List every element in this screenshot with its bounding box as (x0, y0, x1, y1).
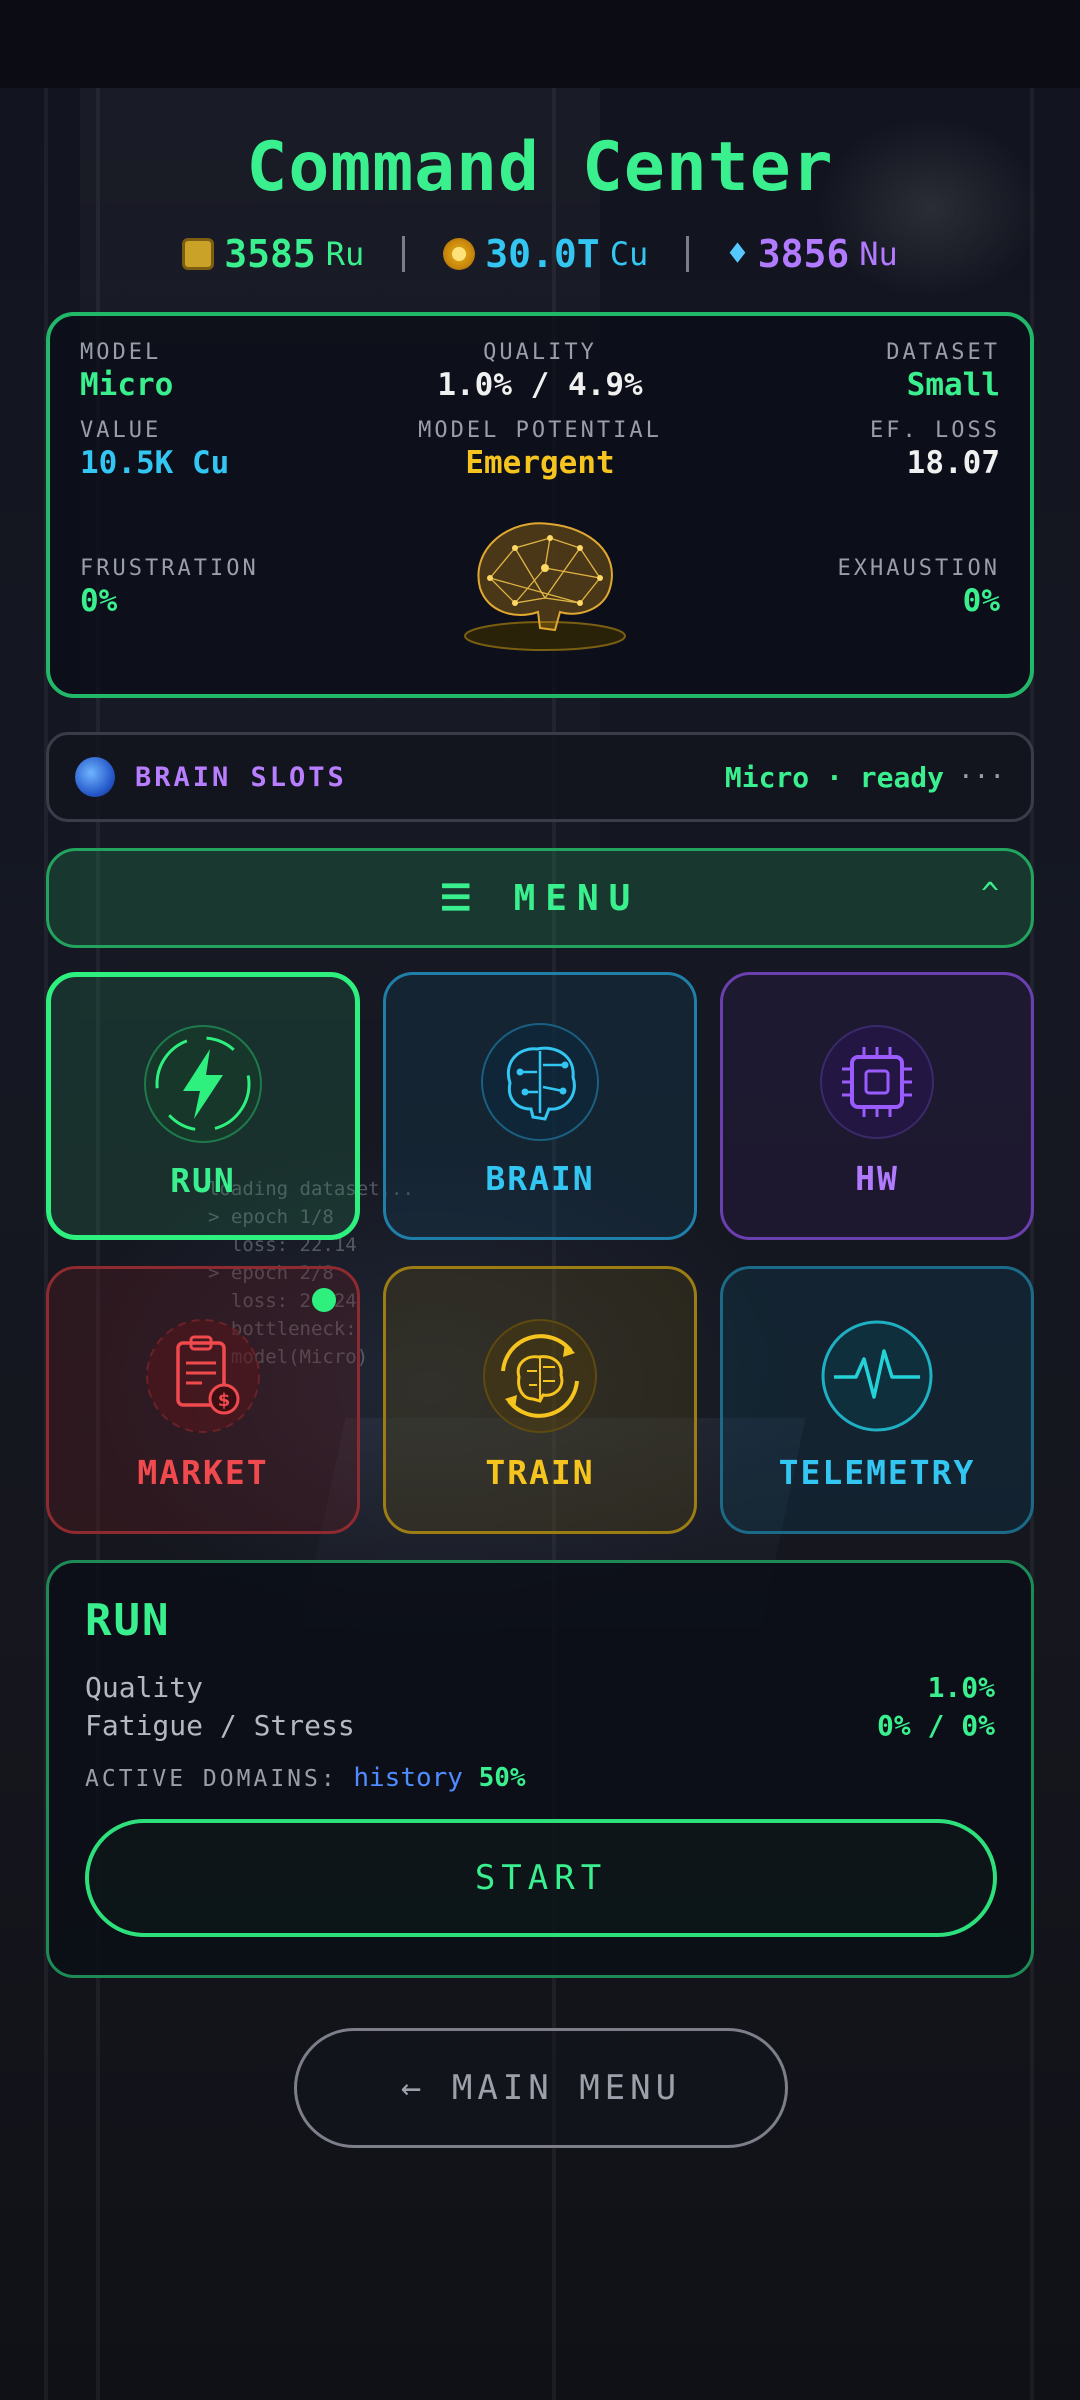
divider (402, 236, 406, 272)
brain-globe-icon (75, 757, 115, 797)
currency-ru: 3585 Ru (182, 232, 364, 276)
page-title: Command Center (246, 128, 834, 207)
brain-circuit-icon (481, 1023, 599, 1141)
currency-unit: Cu (609, 235, 649, 273)
currency-cu: 30.0T Cu (443, 232, 648, 276)
stat-label: MODEL POTENTIAL (418, 418, 662, 443)
run-panel-title: RUN (85, 1595, 171, 1646)
stat-value: 10.5K Cu (80, 445, 230, 481)
brain-slots-status: Micro · ready (724, 760, 945, 794)
tile-label: RUN (170, 1161, 236, 1200)
divider (686, 236, 690, 272)
tile-train[interactable]: TRAIN (383, 1266, 697, 1534)
currency-bar: 3585 Ru 30.0T Cu ♦ 3856 Nu (0, 228, 1080, 280)
tile-label: TELEMETRY (778, 1453, 976, 1492)
stat-label: MODEL (80, 340, 162, 365)
currency-value: 3856 (757, 232, 850, 276)
currency-unit: Ru (325, 235, 365, 273)
run-panel: RUN Quality 1.0% Fatigue / Stress 0% / 0… (46, 1560, 1034, 1978)
active-domains: ACTIVE DOMAINS: history 50% (85, 1763, 526, 1793)
more-icon[interactable]: ··· (958, 762, 1005, 792)
currency-value: 3585 (224, 232, 316, 276)
stat-label: VALUE (80, 418, 162, 443)
main-menu-button[interactable]: ← MAIN MENU (294, 2028, 788, 2148)
tile-run[interactable]: RUN (46, 972, 360, 1240)
stat-value: Micro (80, 367, 174, 403)
start-button[interactable]: START (85, 1819, 997, 1937)
currency-value: 30.0T (485, 232, 600, 276)
lightning-icon (144, 1025, 262, 1143)
tile-label: MARKET (137, 1453, 269, 1492)
svg-text:$: $ (218, 1390, 231, 1411)
stat-label: QUALITY (483, 340, 597, 365)
tile-telemetry[interactable]: TELEMETRY (720, 1266, 1034, 1534)
stat-potential: MODEL POTENTIAL Emergent (340, 418, 740, 481)
row-label: Fatigue / Stress (85, 1709, 355, 1742)
gold-coin-icon (443, 238, 476, 270)
tile-brain[interactable]: BRAIN (383, 972, 697, 1240)
stat-value: 18.07 (906, 445, 1000, 481)
menu-toggle-button[interactable]: ☰ MENU ^ (46, 848, 1034, 948)
tile-label: HW (855, 1159, 899, 1198)
stat-frustration: FRUSTRATION 0% (80, 556, 259, 619)
row-value: 1.0% (927, 1671, 995, 1704)
heartbeat-icon (821, 1320, 933, 1432)
stat-model: MODEL Micro (80, 340, 173, 403)
stat-value-cu: VALUE 10.5K Cu (80, 418, 229, 481)
currency-nu: ♦ 3856 Nu (727, 232, 898, 276)
diamond-icon: ♦ (727, 234, 748, 274)
chip-coin-icon (182, 238, 215, 270)
clipboard-dollar-icon: $ (146, 1319, 260, 1433)
tile-hw[interactable]: HW (720, 972, 1034, 1240)
brain-slots-bar[interactable]: BRAIN SLOTS Micro · ready ··· (46, 732, 1034, 822)
domains-label: ACTIVE DOMAINS: (85, 1766, 338, 1792)
stat-value: Small (906, 367, 1000, 403)
stat-value: Emergent (465, 445, 615, 481)
chevron-up-icon: ^ (980, 877, 999, 912)
tile-label: BRAIN (485, 1159, 595, 1198)
tile-label: TRAIN (485, 1453, 595, 1492)
stat-quality: QUALITY 1.0% / 4.9% (384, 340, 696, 403)
currency-unit: Nu (859, 235, 898, 273)
brain-cycle-icon (483, 1319, 597, 1433)
menu-label: ☰ MENU (439, 877, 641, 919)
domain-name: history (353, 1763, 463, 1793)
stat-value: 0% (962, 583, 1000, 619)
stat-label: EF. LOSS (870, 418, 1000, 443)
golden-brain-icon (464, 522, 626, 651)
stat-label: DATASET (886, 340, 1000, 365)
domain-percent: 50% (478, 1763, 526, 1793)
model-stats-panel: MODEL Micro QUALITY 1.0% / 4.9% DATASET … (46, 312, 1034, 698)
run-row-quality: Quality 1.0% (85, 1671, 995, 1704)
stat-exhaustion: EXHAUSTION 0% (838, 556, 1000, 619)
status-dot (312, 1288, 336, 1312)
cpu-chip-icon (820, 1025, 934, 1139)
brain-slots-label: BRAIN SLOTS (135, 761, 347, 793)
stat-dataset: DATASET Small (886, 340, 1000, 403)
row-label: Quality (85, 1671, 204, 1704)
stat-label: FRUSTRATION (80, 556, 259, 581)
stat-ef-loss: EF. LOSS 18.07 (870, 418, 1000, 481)
stat-value: 0% (80, 583, 118, 619)
stat-label: EXHAUSTION (837, 556, 1000, 581)
stat-value: 1.0% / 4.9% (437, 367, 643, 403)
status-bar (0, 0, 1080, 88)
run-row-fatigue: Fatigue / Stress 0% / 0% (85, 1709, 995, 1742)
row-value: 0% / 0% (876, 1709, 995, 1742)
